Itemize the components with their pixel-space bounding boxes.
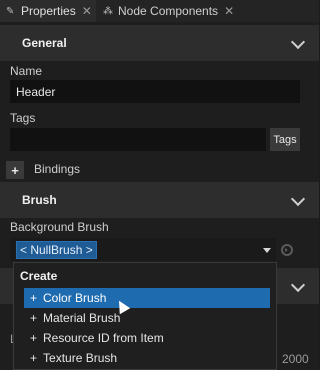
close-icon[interactable]: ✕ [224, 4, 234, 18]
tab-node-components[interactable]: ⁂ Node Components ✕ [97, 0, 247, 22]
chevron-down-icon[interactable] [290, 34, 306, 50]
tags-label: Tags [10, 111, 36, 125]
component-icon: ⁂ [103, 5, 113, 17]
menu-item-material-brush[interactable]: + Material Brush [24, 308, 270, 328]
menu-item-label: Color Brush [43, 291, 107, 305]
general-section-header[interactable]: General [0, 25, 319, 61]
chevron-down-icon[interactable] [290, 191, 306, 207]
brush-section-header[interactable]: Brush [0, 182, 319, 218]
menu-item-texture-brush[interactable]: + Texture Brush [24, 348, 270, 368]
bindings-label: Bindings [34, 162, 81, 176]
plus-icon: + [30, 351, 38, 365]
brush-title: Brush [22, 193, 57, 207]
create-brush-dropdown: Create + Color Brush + Material Brush + … [13, 262, 277, 370]
partial-value: 2000 [282, 352, 309, 366]
menu-item-color-brush[interactable]: + Color Brush [24, 288, 270, 308]
chevron-down-icon[interactable] [290, 277, 306, 293]
tab-bar: ✎ Properties ✕ ⁂ Node Components ✕ [0, 0, 319, 22]
background-brush-select[interactable]: < NullBrush > [10, 238, 276, 261]
general-title: General [22, 36, 67, 50]
plus-icon: + [30, 331, 38, 345]
tab-node-components-label: Node Components [118, 4, 219, 18]
tags-field[interactable] [10, 128, 266, 151]
background-brush-value: < NullBrush > [16, 240, 97, 259]
plus-icon: + [30, 291, 38, 305]
tab-properties[interactable]: ✎ Properties ✕ [0, 0, 96, 22]
wrench-icon: ✎ [6, 5, 15, 17]
name-value: Header [16, 84, 56, 99]
menu-item-label: Resource ID from Item [43, 331, 164, 345]
reset-icon[interactable] [281, 244, 293, 256]
menu-item-label: Material Brush [43, 311, 121, 325]
tags-button[interactable]: Tags [270, 128, 300, 151]
background-brush-label: Background Brush [10, 220, 109, 234]
plus-icon: + [30, 311, 38, 325]
close-icon[interactable]: ✕ [82, 4, 92, 18]
tab-properties-label: Properties [21, 4, 76, 18]
menu-item-label: Texture Brush [43, 351, 118, 365]
name-field[interactable]: Header [10, 80, 300, 103]
add-binding-button[interactable]: + [6, 161, 24, 179]
menu-item-resource-id-from-item[interactable]: + Resource ID from Item [24, 328, 270, 348]
dropdown-title: Create [20, 269, 58, 283]
name-label: Name [10, 64, 43, 78]
dropdown-caret-icon[interactable] [263, 248, 271, 253]
